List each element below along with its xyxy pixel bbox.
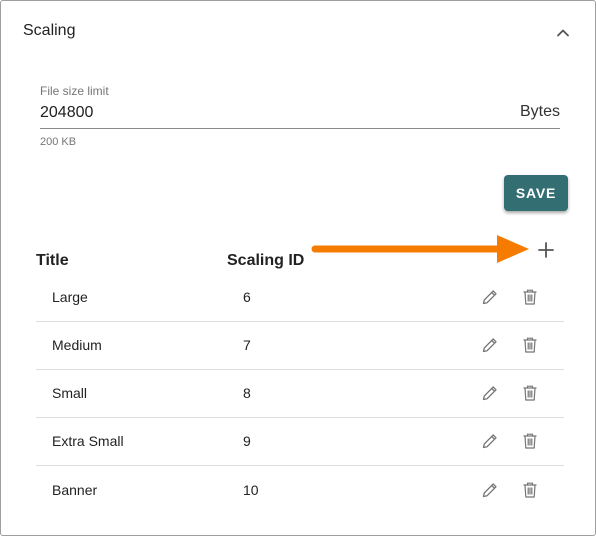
pencil-icon — [482, 338, 497, 353]
file-size-label: File size limit — [40, 84, 109, 98]
file-size-field: File size limit Bytes — [40, 84, 560, 130]
pencil-icon — [482, 434, 497, 449]
collapse-button[interactable] — [551, 21, 575, 45]
row-title: Extra Small — [52, 433, 124, 449]
file-size-underline — [40, 128, 560, 129]
table-header: Title Scaling ID — [1, 249, 595, 273]
panel-title: Scaling — [23, 22, 76, 39]
table-row: Extra Small 9 — [36, 417, 564, 466]
scaling-panel: Scaling File size limit Bytes 200 KB SAV… — [0, 0, 596, 536]
table-row: Small 8 — [36, 369, 564, 418]
row-scaling-id: 6 — [243, 289, 251, 305]
trash-icon — [523, 433, 537, 449]
column-header-scaling-id: Scaling ID — [227, 252, 305, 269]
row-title: Medium — [52, 337, 102, 353]
pencil-icon — [482, 290, 497, 305]
pencil-icon — [482, 483, 497, 498]
row-title: Large — [52, 289, 88, 305]
row-scaling-id: 7 — [243, 337, 251, 353]
delete-button[interactable] — [520, 431, 540, 451]
row-scaling-id: 10 — [243, 482, 259, 498]
panel-header: Scaling — [1, 1, 595, 63]
file-size-input[interactable] — [40, 102, 500, 124]
edit-button[interactable] — [480, 335, 500, 355]
delete-button[interactable] — [520, 383, 540, 403]
edit-button[interactable] — [480, 287, 500, 307]
save-button[interactable]: SAVE — [504, 175, 568, 211]
trash-icon — [523, 482, 537, 498]
table-row: Medium 7 — [36, 321, 564, 370]
row-scaling-id: 8 — [243, 385, 251, 401]
trash-icon — [523, 289, 537, 305]
file-size-helper: 200 KB — [40, 136, 77, 148]
row-title: Banner — [52, 482, 98, 498]
row-title: Small — [52, 385, 88, 401]
table-row: Large 6 — [36, 273, 564, 322]
trash-icon — [523, 337, 537, 353]
column-header-title: Title — [36, 252, 69, 269]
delete-button[interactable] — [520, 480, 540, 500]
edit-button[interactable] — [480, 383, 500, 403]
delete-button[interactable] — [520, 287, 540, 307]
row-scaling-id: 9 — [243, 433, 251, 449]
delete-button[interactable] — [520, 335, 540, 355]
table-row: Banner 10 — [36, 466, 564, 514]
edit-button[interactable] — [480, 431, 500, 451]
file-size-unit: Bytes — [519, 103, 560, 120]
edit-button[interactable] — [480, 480, 500, 500]
pencil-icon — [482, 386, 497, 401]
chevron-up-icon — [557, 29, 569, 37]
trash-icon — [523, 385, 537, 401]
